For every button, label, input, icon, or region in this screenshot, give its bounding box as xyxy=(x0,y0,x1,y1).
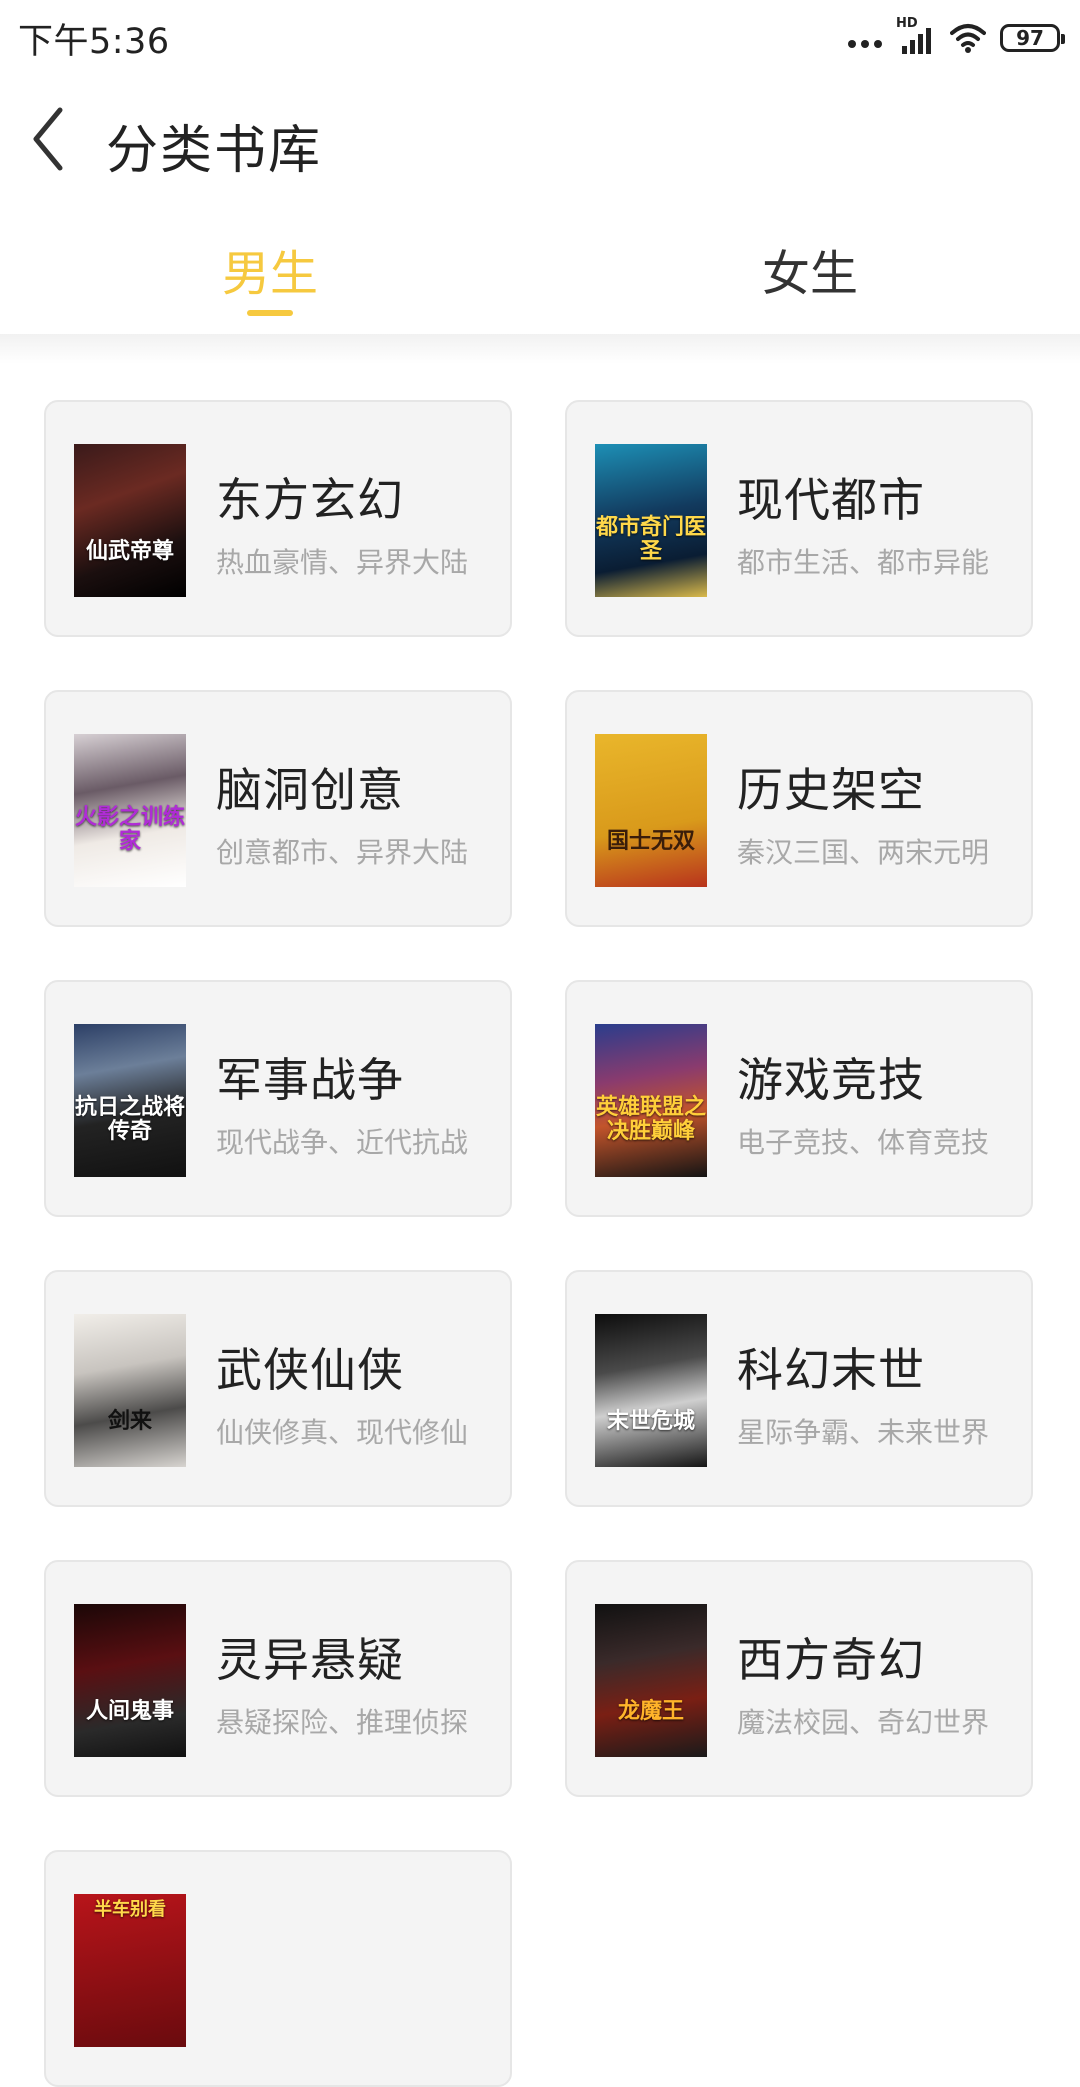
status-icons: HD 97 xyxy=(848,16,1065,56)
category-card-western-fantasy[interactable]: 龙魔王 西方奇幻 魔法校园、奇幻世界 xyxy=(565,1560,1033,1797)
category-name: 现代都市 xyxy=(737,473,925,527)
category-description: 都市生活、都市异能 xyxy=(737,546,990,579)
book-cover: 抗日之战将传奇 xyxy=(74,1024,186,1177)
category-description: 星际争霸、未来世界 xyxy=(737,1416,990,1449)
book-cover: 仙武帝尊 xyxy=(74,444,186,597)
category-name: 游戏竞技 xyxy=(737,1053,925,1107)
category-description: 热血豪情、异界大陆 xyxy=(216,546,469,579)
book-cover: 剑来 xyxy=(74,1314,186,1467)
category-name: 西方奇幻 xyxy=(737,1633,925,1687)
chevron-left-icon xyxy=(33,107,63,171)
header: 分类书库 xyxy=(0,76,1080,204)
wifi-icon xyxy=(950,24,986,53)
category-description: 电子竞技、体育竞技 xyxy=(737,1126,990,1159)
book-cover: 火影之训练家 xyxy=(74,734,186,887)
book-cover: 龙魔王 xyxy=(595,1604,707,1757)
status-bar: 下午5:36 HD 97 xyxy=(0,0,1080,76)
book-cover: 人间鬼事 xyxy=(74,1604,186,1757)
category-card-history[interactable]: 国士无双 历史架空 秦汉三国、两宋元明 xyxy=(565,690,1033,927)
category-name: 军事战争 xyxy=(216,1053,404,1107)
category-description: 悬疑探险、推理侦探 xyxy=(216,1706,469,1739)
category-name: 脑洞创意 xyxy=(216,763,404,817)
battery-indicator: 97 xyxy=(1000,24,1065,52)
category-card-partial[interactable]: 半车别看 xyxy=(44,1850,512,2087)
category-description: 创意都市、异界大陆 xyxy=(216,836,469,869)
category-card-supernatural[interactable]: 人间鬼事 灵异悬疑 悬疑探险、推理侦探 xyxy=(44,1560,512,1797)
category-card-wuxia[interactable]: 剑来 武侠仙侠 仙侠修真、现代修仙 xyxy=(44,1270,512,1507)
book-cover: 国士无双 xyxy=(595,734,707,887)
category-card-scifi[interactable]: 末世危城 科幻末世 星际争霸、未来世界 xyxy=(565,1270,1033,1507)
category-description: 秦汉三国、两宋元明 xyxy=(737,836,990,869)
book-cover: 末世危城 xyxy=(595,1314,707,1467)
back-button[interactable] xyxy=(28,104,88,174)
tab-male[interactable]: 男生 xyxy=(120,234,420,304)
category-name: 科幻末世 xyxy=(737,1343,925,1397)
page-title: 分类书库 xyxy=(106,121,323,181)
category-description: 魔法校园、奇幻世界 xyxy=(737,1706,990,1739)
category-card-gaming[interactable]: 英雄联盟之决胜巅峰 游戏竞技 电子竞技、体育竞技 xyxy=(565,980,1033,1217)
tab-active-indicator xyxy=(247,310,293,316)
cellular-signal-icon: HD xyxy=(896,16,936,56)
tabs-divider xyxy=(0,334,1080,364)
book-cover: 英雄联盟之决胜巅峰 xyxy=(595,1024,707,1177)
category-description: 仙侠修真、现代修仙 xyxy=(216,1416,469,1449)
category-name: 东方玄幻 xyxy=(216,473,404,527)
status-time: 下午5:36 xyxy=(18,21,170,62)
gender-tabs: 男生 女生 xyxy=(0,204,1080,334)
book-cover: 都市奇门医圣 xyxy=(595,444,707,597)
category-name: 灵异悬疑 xyxy=(216,1633,404,1687)
category-card-military[interactable]: 抗日之战将传奇 军事战争 现代战争、近代抗战 xyxy=(44,980,512,1217)
more-dots-icon xyxy=(848,28,882,48)
tab-female[interactable]: 女生 xyxy=(660,234,960,304)
category-description: 现代战争、近代抗战 xyxy=(216,1126,469,1159)
category-card-modern-urban[interactable]: 都市奇门医圣 现代都市 都市生活、都市异能 xyxy=(565,400,1033,637)
book-cover: 半车别看 xyxy=(74,1894,186,2047)
category-card-eastern-fantasy[interactable]: 仙武帝尊 东方玄幻 热血豪情、异界大陆 xyxy=(44,400,512,637)
category-card-creative[interactable]: 火影之训练家 脑洞创意 创意都市、异界大陆 xyxy=(44,690,512,927)
category-name: 武侠仙侠 xyxy=(216,1343,404,1397)
category-name: 历史架空 xyxy=(737,763,925,817)
